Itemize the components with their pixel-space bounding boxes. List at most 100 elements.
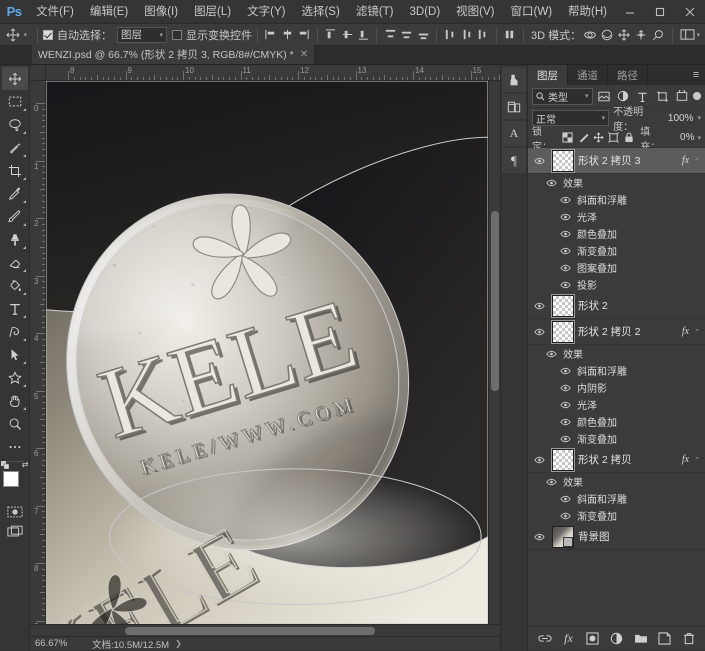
brush-tool[interactable]: [2, 205, 28, 228]
clone-stamp-tool[interactable]: [2, 228, 28, 251]
layer-effect-row[interactable]: 光泽: [528, 208, 705, 225]
effect-visibility-toggle[interactable]: [544, 478, 558, 486]
effect-visibility-toggle[interactable]: [558, 418, 572, 426]
align-right-edges-icon[interactable]: [295, 25, 311, 44]
effect-visibility-toggle[interactable]: [558, 264, 572, 272]
delete-layer-button[interactable]: [681, 631, 696, 646]
fill-chevron-down-icon[interactable]: ▾: [697, 134, 701, 142]
effect-visibility-toggle[interactable]: [558, 384, 572, 392]
menu-window[interactable]: 窗口(W): [503, 0, 561, 24]
workspace-chevron-down-icon[interactable]: ▾: [697, 31, 705, 39]
paragraph-panel-icon[interactable]: ¶: [502, 148, 526, 173]
align-left-edges-icon[interactable]: [263, 25, 279, 44]
workspace-switcher-icon[interactable]: [678, 25, 697, 44]
layer-visibility-toggle[interactable]: [530, 533, 548, 541]
horizontal-scrollbar-thumb[interactable]: [125, 627, 375, 635]
document-tab[interactable]: WENZI.psd @ 66.7% (形状 2 拷贝 3, RGB/8#/CMY…: [32, 45, 315, 64]
layer-effect-row[interactable]: 效果: [528, 345, 705, 362]
effect-visibility-toggle[interactable]: [558, 495, 572, 503]
pen-tool[interactable]: [2, 320, 28, 343]
crop-tool[interactable]: [2, 159, 28, 182]
auto-select-check-box[interactable]: [43, 30, 53, 40]
status-expand-arrow-icon[interactable]: ❯: [169, 639, 182, 648]
ruler-corner[interactable]: [30, 65, 46, 81]
menu-3d[interactable]: 3D(D): [402, 0, 449, 24]
align-top-edges-icon[interactable]: [323, 25, 339, 44]
new-layer-button[interactable]: [657, 631, 672, 646]
type-tool[interactable]: [2, 297, 28, 320]
close-button[interactable]: [675, 0, 705, 24]
hand-tool[interactable]: [2, 389, 28, 412]
tab-paths[interactable]: 路径: [608, 65, 648, 85]
move-tool[interactable]: [2, 67, 28, 90]
layer-visibility-toggle[interactable]: [530, 302, 548, 310]
history-panel-icon[interactable]: [502, 67, 526, 92]
layer-effect-row[interactable]: 光泽: [528, 396, 705, 413]
layer-visibility-toggle[interactable]: [530, 328, 548, 336]
menu-type[interactable]: 文字(Y): [239, 0, 293, 24]
menu-edit[interactable]: 编辑(E): [82, 0, 136, 24]
shape-filter-icon[interactable]: [654, 88, 671, 105]
scale-3d-icon[interactable]: [650, 25, 667, 44]
panel-menu-icon[interactable]: ≡: [687, 65, 705, 85]
horizontal-ruler[interactable]: 89101112131415: [46, 65, 500, 81]
layer-effect-row[interactable]: 渐变叠加: [528, 507, 705, 524]
layer-effect-row[interactable]: 投影: [528, 276, 705, 293]
tab-layers[interactable]: 图层: [528, 65, 568, 85]
adjustment-filter-icon[interactable]: [615, 88, 632, 105]
menu-layer[interactable]: 图层(L): [186, 0, 239, 24]
distribute-top-edges-icon[interactable]: [382, 25, 398, 44]
effect-visibility-toggle[interactable]: [558, 401, 572, 409]
zoom-level[interactable]: 66.67%: [30, 638, 88, 649]
menu-filter[interactable]: 滤镜(T): [348, 0, 402, 24]
pan-3d-icon[interactable]: [615, 25, 632, 44]
layer-effect-row[interactable]: 效果: [528, 473, 705, 490]
type-filter-icon[interactable]: [635, 88, 652, 105]
layer-effects-icon[interactable]: fx: [682, 454, 689, 465]
effect-visibility-toggle[interactable]: [558, 230, 572, 238]
layer-effect-row[interactable]: 斜面和浮雕: [528, 191, 705, 208]
distribute-left-edges-icon[interactable]: [442, 25, 458, 44]
new-group-button[interactable]: [633, 631, 648, 646]
layer-effects-icon[interactable]: fx: [682, 155, 689, 166]
effect-visibility-toggle[interactable]: [558, 367, 572, 375]
lock-all-icon[interactable]: [623, 131, 635, 145]
screen-mode-button[interactable]: [4, 523, 26, 539]
lock-artboard-icon[interactable]: [608, 131, 620, 145]
layer-thumbnail[interactable]: [552, 295, 574, 317]
vertical-ruler[interactable]: 0123456789: [30, 81, 46, 624]
distribute-bottom-edges-icon[interactable]: [415, 25, 431, 44]
quick-mask-button[interactable]: [4, 504, 26, 520]
menu-view[interactable]: 视图(V): [448, 0, 502, 24]
libraries-panel-icon[interactable]: [502, 94, 526, 119]
menu-file[interactable]: 文件(F): [28, 0, 82, 24]
menu-help[interactable]: 帮助(H): [560, 0, 615, 24]
tool-preset-chevron-down-icon[interactable]: ▾: [24, 31, 33, 39]
effect-visibility-toggle[interactable]: [558, 435, 572, 443]
lasso-tool[interactable]: [2, 113, 28, 136]
foreground-color-swatch[interactable]: [3, 471, 19, 487]
effect-visibility-toggle[interactable]: [558, 247, 572, 255]
auto-select-target-dropdown[interactable]: 图层 ▾: [117, 27, 167, 43]
effect-visibility-toggle[interactable]: [558, 196, 572, 204]
lock-position-icon[interactable]: [592, 131, 604, 145]
roll-3d-icon[interactable]: [598, 25, 615, 44]
layer-thumbnail[interactable]: [552, 449, 574, 471]
minimize-button[interactable]: [615, 0, 645, 24]
layer-visibility-toggle[interactable]: [530, 456, 548, 464]
paint-bucket-tool[interactable]: [2, 274, 28, 297]
effect-visibility-toggle[interactable]: [544, 350, 558, 358]
maximize-button[interactable]: [645, 0, 675, 24]
layer-row[interactable]: 形状 2: [528, 293, 705, 319]
align-vertical-centers-icon[interactable]: [339, 25, 355, 44]
close-icon[interactable]: ✕: [300, 49, 308, 60]
filter-type-dropdown[interactable]: 类型 ▾: [532, 88, 593, 105]
expand-effects-chevron-icon[interactable]: ⌃: [694, 157, 700, 165]
adjustment-layer-button[interactable]: [609, 631, 624, 646]
layer-effects-icon[interactable]: fx: [682, 326, 689, 337]
effect-visibility-toggle[interactable]: [558, 213, 572, 221]
horizontal-scrollbar[interactable]: [30, 624, 488, 636]
layer-row[interactable]: 形状 2 拷贝 2fx⌃: [528, 319, 705, 345]
opacity-value[interactable]: 100%: [663, 111, 694, 126]
eyedropper-tool[interactable]: [2, 182, 28, 205]
